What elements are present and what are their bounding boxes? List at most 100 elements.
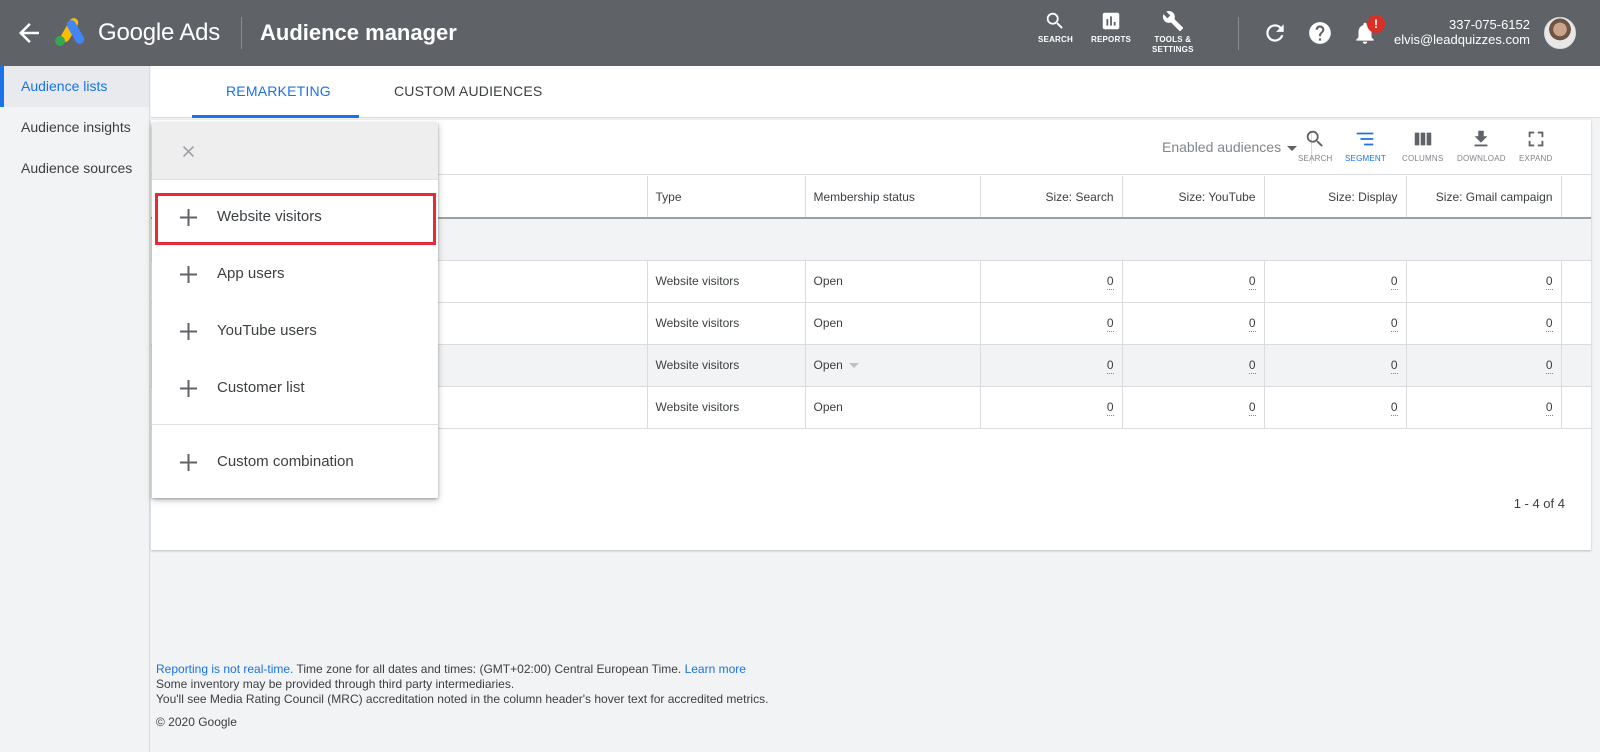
cell-size-gmail: 0 bbox=[1545, 358, 1553, 374]
header-search-button[interactable]: SEARCH bbox=[1038, 10, 1073, 45]
wrench-icon bbox=[1162, 11, 1183, 32]
sidebar-item-audience-sources[interactable]: Audience sources bbox=[0, 148, 149, 189]
columns-button[interactable]: COLUMNS bbox=[1402, 128, 1443, 164]
cell-size-display: 0 bbox=[1390, 274, 1398, 290]
copyright: © 2020 Google bbox=[156, 715, 237, 729]
add-audience-menu: Website visitors App users YouTube users… bbox=[152, 123, 438, 498]
footer-line-3: You'll see Media Rating Council (MRC) ac… bbox=[156, 692, 769, 706]
cell-status: Open bbox=[813, 358, 843, 372]
cell-size-gmail: 0 bbox=[1545, 400, 1553, 416]
tab-remarketing[interactable]: REMARKETING bbox=[226, 83, 331, 99]
left-sidebar: Audience lists Audience insights Audienc… bbox=[0, 66, 150, 752]
cell-size-search: 0 bbox=[1106, 274, 1114, 290]
page-title: Audience manager bbox=[260, 20, 457, 45]
download-label: DOWNLOAD bbox=[1457, 154, 1506, 163]
footer-line-1: Reporting is not real-time. Time zone fo… bbox=[156, 662, 768, 677]
avatar[interactable] bbox=[1544, 17, 1576, 49]
expand-icon bbox=[1528, 131, 1544, 147]
popup-header bbox=[152, 123, 438, 180]
brand-name: Google Ads bbox=[98, 19, 221, 46]
cell-size-search: 0 bbox=[1106, 316, 1114, 332]
menu-item-youtube-users[interactable]: YouTube users bbox=[152, 307, 438, 357]
cell-status[interactable]: Open bbox=[805, 302, 981, 345]
header-reports-label: REPORTS bbox=[1091, 35, 1132, 44]
sidebar-item-audience-lists[interactable]: Audience lists bbox=[0, 66, 149, 107]
menu-divider bbox=[152, 424, 438, 425]
columns-icon bbox=[1414, 132, 1431, 146]
footer-notes: Reporting is not real-time. Time zone fo… bbox=[156, 662, 768, 707]
pagination-text: 1 - 4 of 4 bbox=[1513, 496, 1565, 511]
search-icon bbox=[1047, 12, 1064, 29]
header-search-label: SEARCH bbox=[1038, 35, 1073, 44]
tab-bar: REMARKETING CUSTOM AUDIENCES bbox=[151, 66, 1600, 118]
reporting-link[interactable]: Reporting is not real-time. bbox=[156, 662, 293, 676]
cell-type: Website visitors bbox=[647, 386, 806, 429]
filter-label: Enabled audiences bbox=[1162, 139, 1282, 155]
caret-down-icon[interactable] bbox=[848, 363, 859, 369]
cell-size-youtube: 0 bbox=[1248, 358, 1256, 374]
plus-icon bbox=[180, 266, 197, 283]
menu-item-label: App users bbox=[217, 265, 285, 282]
table-search-button[interactable]: SEARCH bbox=[1298, 128, 1332, 164]
column-header-size-display[interactable]: Size: Display bbox=[1264, 176, 1407, 219]
cell-type: Website visitors bbox=[647, 260, 806, 303]
menu-item-app-users[interactable]: App users bbox=[152, 250, 438, 300]
header-tools-label-2: SETTINGS bbox=[1152, 45, 1194, 54]
google-ads-logo-icon bbox=[55, 18, 85, 46]
column-header-spacer bbox=[1561, 176, 1591, 219]
active-tab-indicator bbox=[192, 115, 359, 118]
column-header-membership-status[interactable]: Membership status bbox=[805, 176, 981, 219]
plus-icon bbox=[180, 454, 197, 471]
cell-status[interactable]: Open bbox=[805, 260, 981, 303]
header-divider bbox=[241, 17, 242, 49]
close-icon[interactable] bbox=[179, 142, 198, 161]
header-tools-settings-button[interactable]: TOOLS & SETTINGS bbox=[1152, 10, 1194, 55]
cell-size-search: 0 bbox=[1106, 400, 1114, 416]
back-arrow-icon[interactable] bbox=[14, 18, 44, 48]
enabled-audiences-filter[interactable]: Enabled audiences bbox=[1162, 139, 1298, 155]
menu-item-custom-combination[interactable]: Custom combination bbox=[152, 438, 438, 488]
timezone-text: Time zone for all dates and times: (GMT+… bbox=[293, 662, 685, 676]
plus-icon bbox=[180, 380, 197, 397]
column-header-size-gmail[interactable]: Size: Gmail campaign bbox=[1406, 176, 1562, 219]
cell-size-gmail: 0 bbox=[1545, 274, 1553, 290]
menu-item-website-visitors[interactable]: Website visitors bbox=[152, 193, 438, 243]
learn-more-link[interactable]: Learn more bbox=[685, 662, 746, 676]
refresh-icon[interactable] bbox=[1262, 20, 1288, 46]
reports-icon bbox=[1102, 12, 1120, 30]
top-bar: Google Ads Audience manager SEARCH REPOR… bbox=[0, 0, 1600, 66]
cell-type: Website visitors bbox=[647, 344, 806, 387]
column-header-type[interactable]: Type bbox=[647, 176, 806, 219]
sidebar-item-audience-insights[interactable]: Audience insights bbox=[0, 107, 149, 148]
cell-status[interactable]: Open bbox=[805, 386, 981, 429]
expand-label: EXPAND bbox=[1519, 154, 1553, 163]
plus-icon bbox=[180, 323, 197, 340]
columns-label: COLUMNS bbox=[1402, 154, 1444, 163]
footer-line-2: Some inventory may be provided through t… bbox=[156, 677, 515, 691]
menu-item-customer-list[interactable]: Customer list bbox=[152, 364, 438, 414]
cell-status-dropdown[interactable]: Open bbox=[805, 344, 981, 387]
account-phone: 337-075-6152 bbox=[1449, 17, 1530, 32]
cell-size-youtube: 0 bbox=[1248, 274, 1256, 290]
column-header-size-youtube[interactable]: Size: YouTube bbox=[1122, 176, 1265, 219]
account-email: elvis@leadquizzes.com bbox=[1393, 32, 1530, 47]
help-icon[interactable] bbox=[1307, 20, 1333, 46]
expand-button[interactable]: EXPAND bbox=[1519, 128, 1553, 164]
segment-button[interactable]: SEGMENT bbox=[1345, 128, 1386, 164]
cell-size-youtube: 0 bbox=[1248, 316, 1256, 332]
header-tools-label-1: TOOLS & bbox=[1154, 35, 1192, 44]
account-info[interactable]: 337-075-6152 elvis@leadquizzes.com bbox=[1394, 17, 1530, 47]
download-icon bbox=[1474, 130, 1488, 147]
cell-size-display: 0 bbox=[1390, 316, 1398, 332]
menu-item-label: Website visitors bbox=[217, 208, 322, 225]
plus-icon bbox=[180, 209, 197, 226]
menu-item-label: Custom combination bbox=[217, 453, 354, 470]
menu-item-label: YouTube users bbox=[217, 322, 317, 339]
download-button[interactable]: DOWNLOAD bbox=[1457, 128, 1506, 164]
column-header-size-search[interactable]: Size: Search bbox=[980, 176, 1123, 219]
header-reports-button[interactable]: REPORTS bbox=[1091, 10, 1131, 45]
segment-icon bbox=[1357, 132, 1374, 146]
tab-custom-audiences[interactable]: CUSTOM AUDIENCES bbox=[394, 83, 542, 99]
caret-down-icon bbox=[1287, 145, 1298, 151]
cell-size-youtube: 0 bbox=[1248, 400, 1256, 416]
